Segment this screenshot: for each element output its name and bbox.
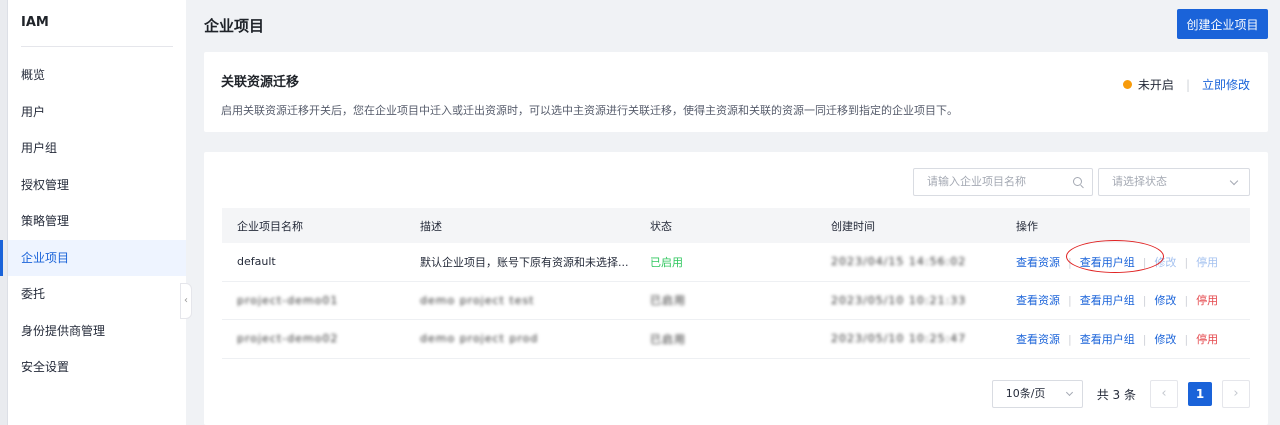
sidebar-item-overview[interactable]: 概览 — [8, 57, 186, 94]
header-status: 状态 — [650, 219, 672, 233]
project-name: project-demo01 — [237, 293, 339, 307]
table-row: project-demo01 demo project test 已启用 202… — [222, 282, 1250, 320]
view-resources-link[interactable]: 查看资源 — [1016, 294, 1060, 307]
view-user-groups-link[interactable]: 查看用户组 — [1080, 256, 1135, 269]
project-description: 默认企业项目，账号下原有资源和未选择... — [420, 255, 629, 269]
sidebar-item-user-groups[interactable]: 用户组 — [8, 130, 186, 167]
page-1-button[interactable]: 1 — [1188, 382, 1212, 406]
sidebar-brand: IAM — [21, 15, 49, 30]
project-created: 2023/05/10 10:25:47 — [831, 332, 967, 346]
status-select-placeholder: 请选择状态 — [1112, 175, 1167, 188]
page-title: 企业项目 — [204, 17, 265, 35]
project-name: project-demo02 — [237, 332, 339, 346]
project-status: 已启用 — [650, 255, 683, 269]
view-user-groups-link[interactable]: 查看用户组 — [1080, 333, 1135, 346]
sidebar-menu: 概览 用户 用户组 授权管理 策略管理 企业项目 委托 身份提供商管理 安全设置 — [0, 57, 186, 386]
total-count: 共 3 条 — [1096, 387, 1136, 402]
header-description: 描述 — [420, 219, 442, 233]
project-table: 企业项目名称 描述 状态 创建时间 操作 default 默认企业项目，账号下原… — [222, 208, 1250, 359]
search-placeholder: 请输入企业项目名称 — [927, 175, 1026, 188]
edit-link[interactable]: 修改 — [1154, 333, 1176, 346]
sidebar-divider — [21, 46, 173, 47]
table-row: default 默认企业项目，账号下原有资源和未选择... 已启用 2023/0… — [222, 243, 1250, 282]
table-header: 企业项目名称 描述 状态 创建时间 操作 — [222, 208, 1250, 243]
disable-link[interactable]: 停用 — [1196, 333, 1218, 346]
sidebar-item-enterprise-projects[interactable]: 企业项目 — [0, 239, 186, 276]
disable-link[interactable]: 停用 — [1196, 294, 1218, 307]
table-row: project-demo02 demo project prod 已启用 202… — [222, 320, 1250, 359]
header-actions: 操作 — [1016, 219, 1038, 233]
edit-link[interactable]: 修改 — [1154, 256, 1176, 269]
project-status: 已启用 — [650, 294, 686, 308]
header-created: 创建时间 — [831, 219, 875, 233]
resource-migration-card: 关联资源迁移 启用关联资源迁移开关后，您在企业项目中迁入或迁出资源时，可以选中主… — [204, 52, 1268, 132]
sidebar-item-agencies[interactable]: 委托 — [8, 276, 186, 313]
project-description: demo project prod — [420, 332, 539, 346]
sidebar-item-policies[interactable]: 策略管理 — [8, 203, 186, 240]
row-actions: 查看资源 | 查看用户组 | 修改 | 停用 — [1016, 294, 1219, 308]
migration-status: 未开启 | 立即修改 — [1122, 76, 1250, 93]
create-enterprise-project-button[interactable]: 创建企业项目 — [1177, 9, 1268, 39]
row-actions: 查看资源 | 查看用户组 | 修改 | 停用 — [1016, 332, 1219, 346]
view-resources-link[interactable]: 查看资源 — [1016, 333, 1060, 346]
next-page-icon[interactable]: › — [1222, 380, 1250, 408]
header-name: 企业项目名称 — [237, 219, 303, 233]
project-search-input[interactable]: 请输入企业项目名称 — [913, 168, 1093, 196]
sidebar-item-identity-providers[interactable]: 身份提供商管理 — [8, 313, 186, 350]
project-status: 已启用 — [650, 332, 686, 346]
migration-description: 启用关联资源迁移开关后，您在企业项目中迁入或迁出资源时，可以选中主资源进行关联迁… — [221, 104, 958, 117]
sidebar-item-users[interactable]: 用户 — [8, 94, 186, 131]
view-user-groups-link[interactable]: 查看用户组 — [1080, 294, 1135, 307]
view-resources-link[interactable]: 查看资源 — [1016, 256, 1060, 269]
project-description: demo project test — [420, 293, 535, 307]
chevron-down-icon — [1065, 388, 1073, 397]
migration-status-text: 未开启 — [1137, 78, 1174, 92]
page-size-select[interactable]: 10条/页 — [991, 380, 1083, 408]
status-select[interactable]: 请选择状态 — [1098, 168, 1250, 196]
prev-page-icon[interactable]: ‹ — [1150, 380, 1178, 408]
status-separator: | — [1185, 77, 1190, 92]
modify-now-link[interactable]: 立即修改 — [1202, 76, 1250, 93]
migration-title: 关联资源迁移 — [221, 75, 300, 90]
sidebar: IAM 概览 用户 用户组 授权管理 策略管理 企业项目 委托 身份提供商管理 … — [0, 0, 186, 425]
outer-nav-strip — [0, 0, 8, 425]
disable-link[interactable]: 停用 — [1196, 256, 1218, 269]
page-size-label: 10条/页 — [1005, 387, 1046, 400]
row-actions: 查看资源 | 查看用户组 | 修改 | 停用 — [1016, 255, 1219, 269]
status-dot-icon — [1122, 80, 1132, 89]
sidebar-collapse-icon[interactable]: ‹ — [180, 283, 192, 319]
project-list-card: 请输入企业项目名称 请选择状态 企业项目名称 描述 状态 创建时间 操作 def… — [204, 152, 1268, 425]
project-name: default — [237, 255, 276, 269]
search-icon[interactable] — [1073, 177, 1082, 186]
sidebar-item-security-settings[interactable]: 安全设置 — [8, 349, 186, 386]
chevron-down-icon — [1229, 176, 1239, 186]
edit-link[interactable]: 修改 — [1154, 294, 1176, 307]
project-created: 2023/05/10 10:21:33 — [831, 293, 967, 307]
project-created: 2023/04/15 14:56:02 — [831, 255, 967, 269]
pagination: 10条/页 共 3 条 ‹ 1 › — [991, 380, 1250, 408]
sidebar-item-authorization[interactable]: 授权管理 — [8, 167, 186, 204]
